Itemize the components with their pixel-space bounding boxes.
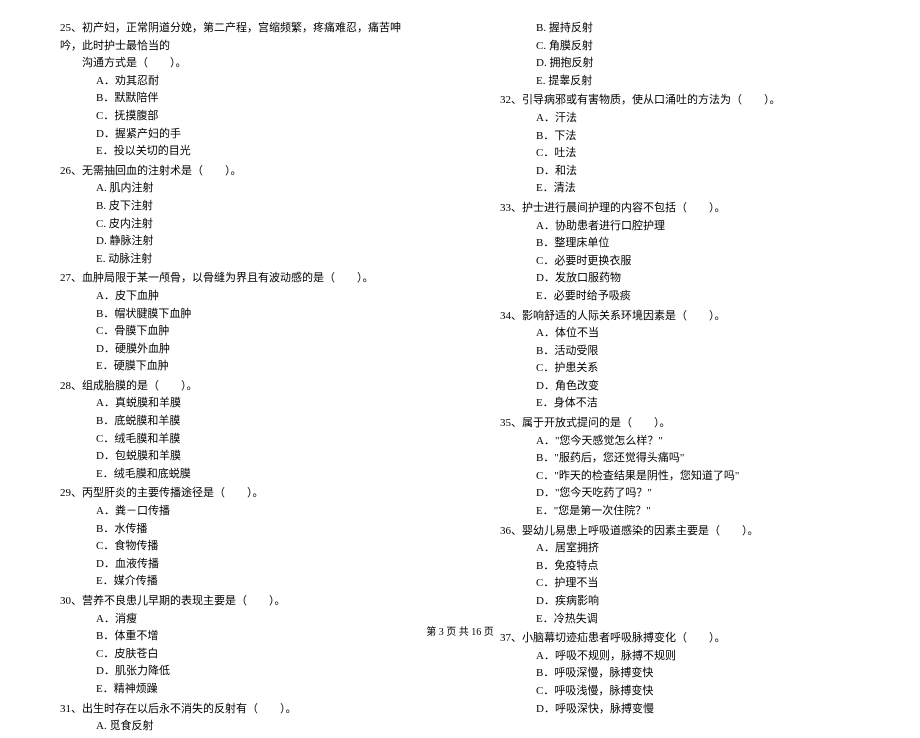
option-d: D．硬膜外血肿: [60, 341, 420, 359]
option-a: A. 肌内注射: [60, 180, 420, 198]
question-34: 34、影响舒适的人际关系环境因素是（ ）。 A．体位不当 B．活动受限 C．护患…: [500, 308, 860, 414]
question-text: 27、血肿局限于某一颅骨，以骨缝为界且有波动感的是（ ）。: [60, 270, 420, 288]
question-27: 27、血肿局限于某一颅骨，以骨缝为界且有波动感的是（ ）。 A．皮下血肿 B．帽…: [60, 270, 420, 376]
option-d: D．发放口服药物: [500, 270, 860, 288]
option-c: C．"昨天的检查结果是阴性，您知道了吗": [500, 468, 860, 486]
option-b: B．默默陪伴: [60, 90, 420, 108]
option-b: B. 握持反射: [500, 20, 860, 38]
option-b: B. 皮下注射: [60, 198, 420, 216]
question-text: 34、影响舒适的人际关系环境因素是（ ）。: [500, 308, 860, 326]
question-text: 26、无需抽回血的注射术是（ ）。: [60, 163, 420, 181]
option-d: D. 静脉注射: [60, 233, 420, 251]
option-a: A．真蜕膜和羊膜: [60, 395, 420, 413]
option-c: C．食物传播: [60, 538, 420, 556]
option-c: C．必要时更换衣服: [500, 253, 860, 271]
option-e: E．投以关切的目光: [60, 143, 420, 161]
question-32: 32、引导病邪或有害物质，使从口涌吐的方法为（ ）。 A．汗法 B．下法 C．吐…: [500, 92, 860, 198]
option-e: E．清法: [500, 180, 860, 198]
question-35: 35、属于开放式提问的是（ ）。 A．"您今天感觉怎么样？" B．"服药后，您还…: [500, 415, 860, 521]
option-a: A．汗法: [500, 110, 860, 128]
page-footer: 第 3 页 共 16 页: [0, 623, 920, 638]
option-a: A．呼吸不规则，脉搏不规则: [500, 648, 860, 666]
option-a: A．劝其忍耐: [60, 73, 420, 91]
option-d: D．"您今天吃药了吗？": [500, 485, 860, 503]
option-a: A. 觅食反射: [60, 718, 420, 736]
option-e: E. 动脉注射: [60, 251, 420, 269]
option-b: B．"服药后，您还觉得头痛吗": [500, 450, 860, 468]
option-e: E．硬膜下血肿: [60, 358, 420, 376]
option-b: B．呼吸深慢，脉搏变快: [500, 665, 860, 683]
option-e: E．身体不洁: [500, 395, 860, 413]
question-30: 30、营养不良患儿早期的表现主要是（ ）。 A．消瘦 B．体重不增 C．皮肤苍白…: [60, 593, 420, 699]
option-d: D．握紧产妇的手: [60, 126, 420, 144]
option-d: D．角色改变: [500, 378, 860, 396]
question-28: 28、组成胎膜的是（ ）。 A．真蜕膜和羊膜 B．底蜕膜和羊膜 C．绒毛膜和羊膜…: [60, 378, 420, 484]
question-25: 25、初产妇，正常阴道分娩，第二产程，宫缩频繁，疼痛难忍，痛苦呻吟，此时护士最恰…: [60, 20, 420, 161]
option-b: B．底蜕膜和羊膜: [60, 413, 420, 431]
option-e: E．精神烦躁: [60, 681, 420, 699]
option-a: A．皮下血肿: [60, 288, 420, 306]
option-a: A．"您今天感觉怎么样？": [500, 433, 860, 451]
question-text: 35、属于开放式提问的是（ ）。: [500, 415, 860, 433]
question-text-cont: 沟通方式是（ ）。: [60, 55, 420, 73]
option-c: C．绒毛膜和羊膜: [60, 431, 420, 449]
option-b: B．活动受限: [500, 343, 860, 361]
option-b: B．免疫特点: [500, 558, 860, 576]
option-d: D．和法: [500, 163, 860, 181]
option-e: E．绒毛膜和底蜕膜: [60, 466, 420, 484]
question-29: 29、丙型肝炎的主要传播途径是（ ）。 A．粪－口传播 B．水传播 C．食物传播…: [60, 485, 420, 591]
option-d: D．包蜕膜和羊膜: [60, 448, 420, 466]
option-d: D. 拥抱反射: [500, 55, 860, 73]
option-b: B．帽状腱膜下血肿: [60, 306, 420, 324]
option-c: C．护患关系: [500, 360, 860, 378]
option-c: C．呼吸浅慢，脉搏变快: [500, 683, 860, 701]
option-d: D．呼吸深快，脉搏变慢: [500, 701, 860, 719]
option-b: B．水传播: [60, 521, 420, 539]
question-31-cont: B. 握持反射 C. 角膜反射 D. 拥抱反射 E. 提睾反射: [500, 20, 860, 90]
option-b: B．整理床单位: [500, 235, 860, 253]
option-d: D．血液传播: [60, 556, 420, 574]
option-c: C．皮肤苍白: [60, 646, 420, 664]
question-text: 29、丙型肝炎的主要传播途径是（ ）。: [60, 485, 420, 503]
option-e: E. 提睾反射: [500, 73, 860, 91]
option-d: D．疾病影响: [500, 593, 860, 611]
option-c: C．抚摸腹部: [60, 108, 420, 126]
option-c: C．护理不当: [500, 575, 860, 593]
option-d: D．肌张力降低: [60, 663, 420, 681]
option-c: C．骨膜下血肿: [60, 323, 420, 341]
question-text: 28、组成胎膜的是（ ）。: [60, 378, 420, 396]
option-e: E．媒介传播: [60, 573, 420, 591]
option-a: A．体位不当: [500, 325, 860, 343]
option-c: C. 皮内注射: [60, 216, 420, 234]
question-text: 31、出生时存在以后永不消失的反射有（ ）。: [60, 701, 420, 719]
option-c: C. 角膜反射: [500, 38, 860, 56]
option-e: E．必要时给予吸痰: [500, 288, 860, 306]
question-26: 26、无需抽回血的注射术是（ ）。 A. 肌内注射 B. 皮下注射 C. 皮内注…: [60, 163, 420, 269]
question-text: 32、引导病邪或有害物质，使从口涌吐的方法为（ ）。: [500, 92, 860, 110]
option-e: E．"您是第一次住院？": [500, 503, 860, 521]
option-a: A．协助患者进行口腔护理: [500, 218, 860, 236]
question-text: 25、初产妇，正常阴道分娩，第二产程，宫缩频繁，疼痛难忍，痛苦呻吟，此时护士最恰…: [60, 20, 420, 55]
question-33: 33、护士进行晨间护理的内容不包括（ ）。 A．协助患者进行口腔护理 B．整理床…: [500, 200, 860, 306]
option-a: A．粪－口传播: [60, 503, 420, 521]
question-31: 31、出生时存在以后永不消失的反射有（ ）。 A. 觅食反射: [60, 701, 420, 736]
question-text: 33、护士进行晨间护理的内容不包括（ ）。: [500, 200, 860, 218]
question-text: 36、婴幼儿易患上呼吸道感染的因素主要是（ ）。: [500, 523, 860, 541]
question-37: 37、小脑幕切迹疝患者呼吸脉搏变化（ ）。 A．呼吸不规则，脉搏不规则 B．呼吸…: [500, 630, 860, 718]
option-a: A．居室拥挤: [500, 540, 860, 558]
question-text: 30、营养不良患儿早期的表现主要是（ ）。: [60, 593, 420, 611]
option-b: B．下法: [500, 128, 860, 146]
option-c: C．吐法: [500, 145, 860, 163]
question-36: 36、婴幼儿易患上呼吸道感染的因素主要是（ ）。 A．居室拥挤 B．免疫特点 C…: [500, 523, 860, 629]
